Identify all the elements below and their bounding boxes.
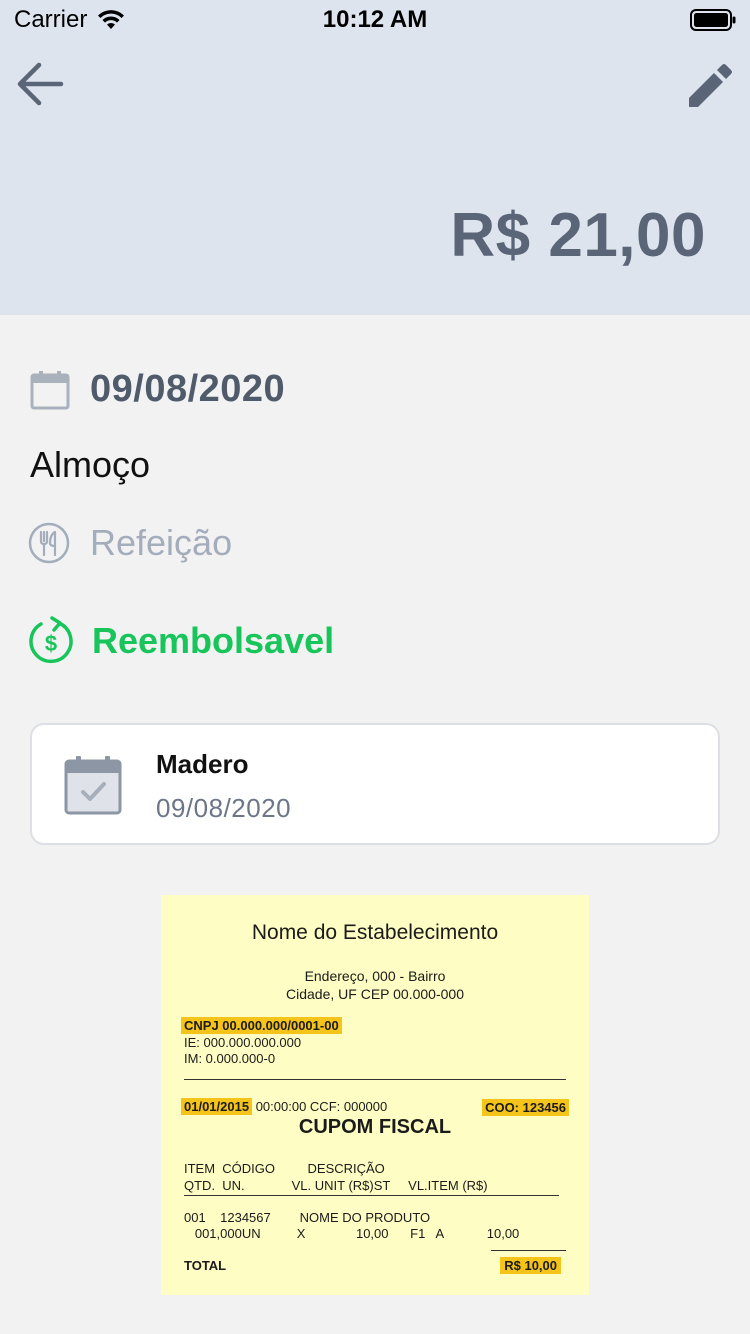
calendar-icon — [30, 370, 70, 409]
refund-dollar-icon: $ — [29, 616, 73, 664]
receipt-im: IM: 0.000.000-0 — [184, 1051, 276, 1066]
reimbursable-label: Reembolsavel — [92, 620, 335, 661]
receipt-time-ccf: 00:00:00 CCF: 000000 — [255, 1099, 388, 1114]
report-date: 09/08/2020 — [156, 793, 292, 823]
receipt-coo: COO: 123456 — [482, 1099, 569, 1116]
calendar-check-icon — [64, 756, 122, 815]
receipt-ie: IE: 000.000.000.000 — [184, 1035, 302, 1050]
svg-text:$: $ — [45, 631, 57, 656]
receipt-establishment: Nome do Estabelecimento — [251, 921, 499, 944]
battery-icon — [690, 9, 736, 31]
expense-date-row: 09/08/2020 — [30, 368, 285, 411]
receipt-item-row2: 001,000UN X 10,00 F1 A 10,00 — [184, 1226, 520, 1241]
edit-button[interactable] — [682, 58, 738, 114]
fork-knife-icon — [28, 522, 70, 564]
receipt-cnpj: CNPJ 00.000.000/0001-00 — [181, 1017, 342, 1034]
pencil-icon — [689, 64, 732, 107]
receipt-heading: CUPOM FISCAL — [298, 1116, 452, 1138]
receipt-columns-row2: QTD. UN. VL. UNIT (R$)ST VL.ITEM (R$) — [184, 1178, 488, 1193]
status-bar: Carrier 10:12 AM — [0, 0, 750, 40]
report-card[interactable]: Madero 09/08/2020 — [30, 723, 720, 845]
expense-category: Refeição — [90, 522, 233, 563]
arrow-left-icon — [17, 62, 64, 106]
receipt-image[interactable]: Nome do Estabelecimento Endereço, 000 - … — [161, 895, 589, 1295]
expense-category-row: Refeição — [28, 522, 232, 564]
expense-amount: R$ 21,00 — [450, 201, 706, 270]
reimbursable-row: $ Reembolsavel — [28, 616, 334, 666]
back-button[interactable] — [14, 58, 66, 110]
receipt-total-value: R$ 10,00 — [500, 1257, 561, 1274]
expense-date: 09/08/2020 — [90, 368, 286, 410]
status-time: 10:12 AM — [322, 6, 428, 33]
receipt-address-line1: Endereço, 000 - Bairro — [304, 968, 446, 984]
receipt-total-label: TOTAL — [184, 1258, 227, 1273]
expense-header: R$ 21,00 — [0, 40, 750, 315]
expense-title: Almoço — [30, 444, 151, 485]
receipt-columns-row1: ITEM CÓDIGO DESCRIÇÃO — [184, 1161, 385, 1176]
receipt-divider — [184, 1195, 559, 1196]
receipt-divider — [491, 1250, 566, 1251]
receipt-item-row1: 001 1234567 NOME DO PRODUTO — [184, 1210, 431, 1225]
receipt-date-line: 01/01/2015 00:00:00 CCF: 000000 — [181, 1098, 388, 1115]
report-name: Madero — [156, 749, 249, 779]
receipt-address-line2: Cidade, UF CEP 00.000-000 — [286, 986, 464, 1002]
receipt-date: 01/01/2015 — [181, 1098, 253, 1115]
receipt-divider — [184, 1079, 566, 1080]
